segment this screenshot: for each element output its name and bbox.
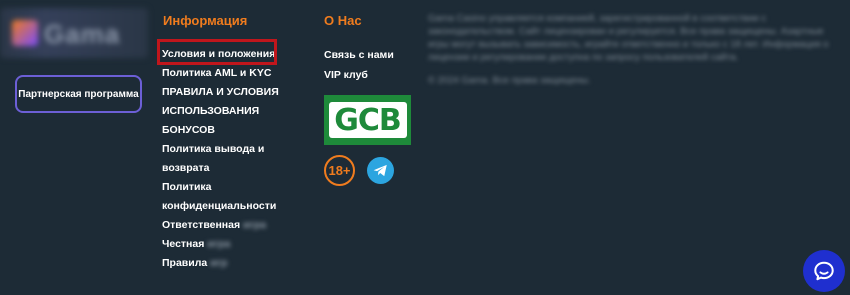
link-contact-us[interactable]: Связь с нами [324, 45, 394, 65]
site-logo[interactable]: Gama [0, 8, 148, 58]
logo-mark-icon [12, 20, 38, 46]
link-responsible-gaming[interactable]: Ответственная игра [162, 216, 282, 235]
link-bonus-terms[interactable]: ПРАВИЛА И УСЛОВИЯ ИСПОЛЬЗОВАНИЯ БОНУСОВ [162, 83, 282, 140]
link-withdrawal-policy[interactable]: Политика вывода и возврата [162, 140, 282, 178]
copyright-text: © 2024 Gama. Все права защищены. [428, 75, 591, 86]
about-links: Связь с нами VIP клуб [324, 45, 394, 85]
info-column-title: Информация [163, 13, 248, 28]
link-privacy-policy[interactable]: Политика конфиденциальности [162, 178, 282, 216]
link-vip-club[interactable]: VIP клуб [324, 65, 394, 85]
legal-disclaimer: Gama Casino управляется компанией, зарег… [428, 12, 838, 97]
chat-bubble-icon [814, 261, 834, 281]
gcb-license-badge[interactable]: GCB [324, 95, 411, 145]
link-game-rules[interactable]: Правила игр [162, 254, 282, 273]
telegram-icon[interactable] [367, 157, 394, 184]
info-links: Условия и положения Политика AML и KYC П… [162, 45, 282, 273]
partner-program-button[interactable]: Партнерская программа [15, 75, 142, 113]
disclaimer-paragraph: Gama Casino управляется компанией, зарег… [428, 13, 829, 63]
link-terms[interactable]: Условия и положения [162, 45, 282, 64]
live-chat-button[interactable] [803, 250, 845, 292]
age-18-plus-icon: 18+ [324, 155, 355, 186]
link-aml-kyc[interactable]: Политика AML и KYC [162, 64, 282, 83]
about-column-title: О Нас [324, 13, 362, 28]
link-fair-play[interactable]: Честная игра [162, 235, 282, 254]
logo-text: Gama [44, 19, 121, 49]
gcb-badge-text: GCB [334, 102, 402, 138]
